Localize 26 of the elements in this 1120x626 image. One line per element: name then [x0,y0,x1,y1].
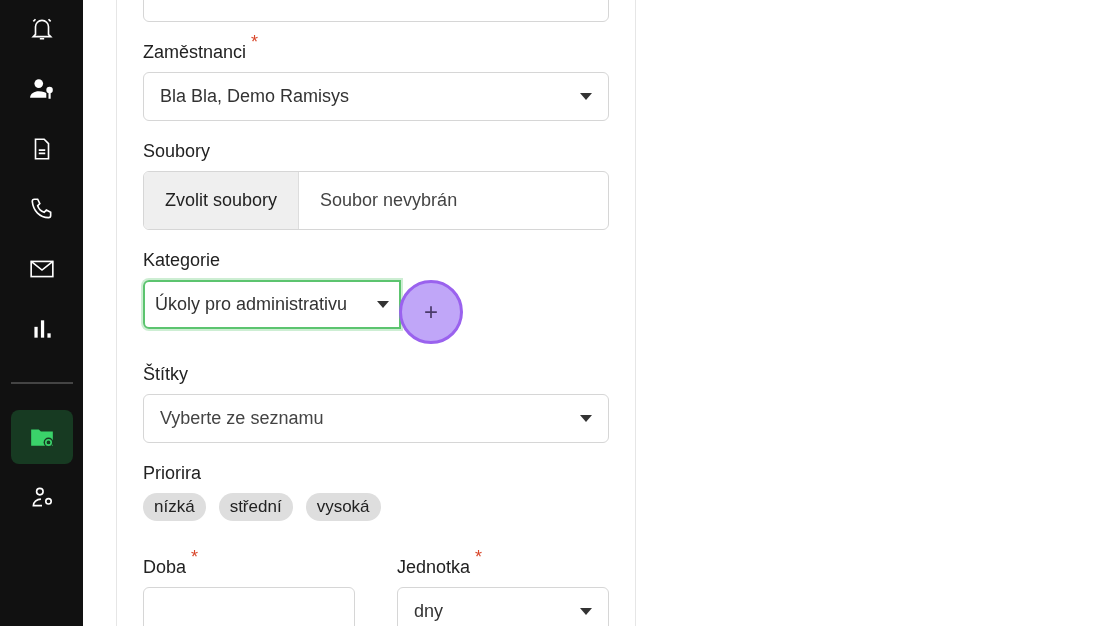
field-label: Štítky [143,364,189,385]
priority-chip[interactable]: vysoká [305,493,381,521]
priority-chip[interactable]: střední [218,493,293,521]
caret-icon [580,415,592,422]
required-mark: * [251,33,259,51]
caret-icon [580,93,592,100]
user-key-icon [28,76,55,102]
duration-field[interactable] [143,587,355,626]
priority-chip[interactable]: nízká [143,493,206,521]
field-label: Soubory [143,141,212,162]
field-label: Jednotka [397,557,471,578]
sidebar-item[interactable] [10,410,73,464]
category-select[interactable]: Úkoly pro administrativu [143,280,401,329]
field-label: Kategorie [143,250,222,271]
add-button[interactable]: + [399,280,463,344]
required-mark: * [191,548,199,566]
field-label: Priorira [143,463,202,484]
caret-icon [377,301,389,308]
field-label: Zaměstnanci [143,42,247,63]
tags-select[interactable]: Vyberte ze seznamu [143,394,609,443]
employees-select[interactable]: Bla Bla, Demo Ramisys [143,72,609,121]
file-input[interactable]: Zvolit soubory Soubor nevybrán [143,171,609,230]
caret-icon [580,608,592,615]
required-mark: * [475,548,483,566]
field-label: Doba [143,557,187,578]
unit-select[interactable]: dny [397,587,609,626]
